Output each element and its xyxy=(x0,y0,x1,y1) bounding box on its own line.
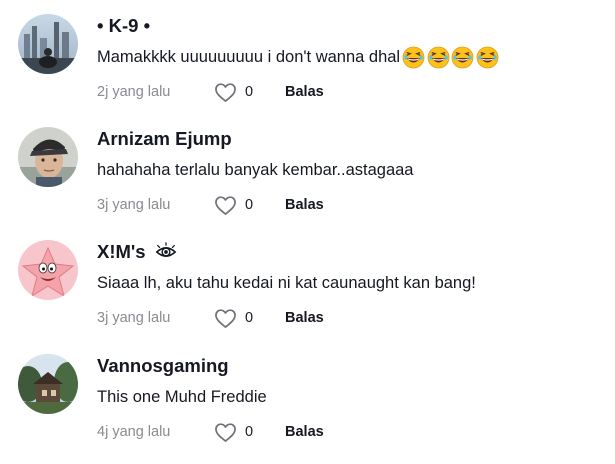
comment-text-content: Siaaa lh, aku tahu kedai ni kat caunaugh… xyxy=(97,273,476,292)
username-text[interactable]: Arnizam Ejump xyxy=(97,128,232,150)
emoji-group xyxy=(402,46,500,69)
username[interactable]: Vannosgaming xyxy=(97,354,605,378)
avatar[interactable] xyxy=(18,14,78,74)
laughing-face-icon xyxy=(476,46,499,68)
comment-item: X!M's Siaaa lh, aku tahu kedai ni kat ca… xyxy=(0,240,615,350)
timestamp: 4j yang lalu xyxy=(97,424,171,440)
comment-item: Vannosgaming This one Muhd Freddie 4j ya… xyxy=(0,354,615,464)
username-text[interactable]: Vannosgaming xyxy=(97,355,229,377)
comment-text: Siaaa lh, aku tahu kedai ni kat caunaugh… xyxy=(97,271,605,295)
comment-text-content: Mamakkkk uuuuuuuuu i don't wanna dhal xyxy=(97,47,401,66)
heart-icon[interactable] xyxy=(214,422,237,443)
like-count: 0 xyxy=(245,197,254,213)
username[interactable]: • K-9 • xyxy=(97,14,605,38)
like-count: 0 xyxy=(245,84,254,100)
comment-text-content: hahahaha terlalu banyak kembar..astagaaa xyxy=(97,160,414,179)
timestamp: 2j yang lalu xyxy=(97,84,171,100)
like-count: 0 xyxy=(245,424,254,440)
laughing-face-icon xyxy=(451,46,474,68)
comment-text: Mamakkkk uuuuuuuuu i don't wanna dhal xyxy=(97,45,605,69)
timestamp: 3j yang lalu xyxy=(97,310,171,326)
username[interactable]: X!M's xyxy=(97,240,605,264)
laughing-face-icon xyxy=(402,46,425,68)
comment-meta: 4j yang lalu 0 Balas xyxy=(97,421,605,443)
like-button[interactable]: 0 xyxy=(214,422,285,443)
timestamp: 3j yang lalu xyxy=(97,197,171,213)
comment-text: This one Muhd Freddie xyxy=(97,385,605,409)
avatar[interactable] xyxy=(18,354,78,414)
username-text[interactable]: • K-9 • xyxy=(97,15,150,37)
comment-text-content: This one Muhd Freddie xyxy=(97,387,267,406)
username[interactable]: Arnizam Ejump xyxy=(97,127,605,151)
reply-button[interactable]: Balas xyxy=(285,424,324,440)
reply-button[interactable]: Balas xyxy=(285,84,324,100)
comment-meta: 2j yang lalu 0 Balas xyxy=(97,81,605,103)
comment-text: hahahaha terlalu banyak kembar..astagaaa xyxy=(97,158,605,182)
reply-button[interactable]: Balas xyxy=(285,310,324,326)
heart-icon[interactable] xyxy=(214,195,237,216)
avatar[interactable] xyxy=(18,240,78,300)
reply-button[interactable]: Balas xyxy=(285,197,324,213)
like-button[interactable]: 0 xyxy=(214,195,285,216)
username-text[interactable]: X!M's xyxy=(97,241,146,263)
heart-icon[interactable] xyxy=(214,82,237,103)
comment-item: • K-9 • Mamakkkk uuuuuuuuu i don't wanna… xyxy=(0,14,615,124)
avatar[interactable] xyxy=(18,127,78,187)
comment-meta: 3j yang lalu 0 Balas xyxy=(97,194,605,216)
eye-icon xyxy=(155,242,176,257)
heart-icon[interactable] xyxy=(214,308,237,329)
like-count: 0 xyxy=(245,310,254,326)
comment-list: • K-9 • Mamakkkk uuuuuuuuu i don't wanna… xyxy=(0,0,615,459)
like-button[interactable]: 0 xyxy=(214,82,285,103)
laughing-face-icon xyxy=(427,46,450,68)
like-button[interactable]: 0 xyxy=(214,308,285,329)
comment-item: Arnizam Ejump hahahaha terlalu banyak ke… xyxy=(0,127,615,237)
comment-meta: 3j yang lalu 0 Balas xyxy=(97,307,605,329)
